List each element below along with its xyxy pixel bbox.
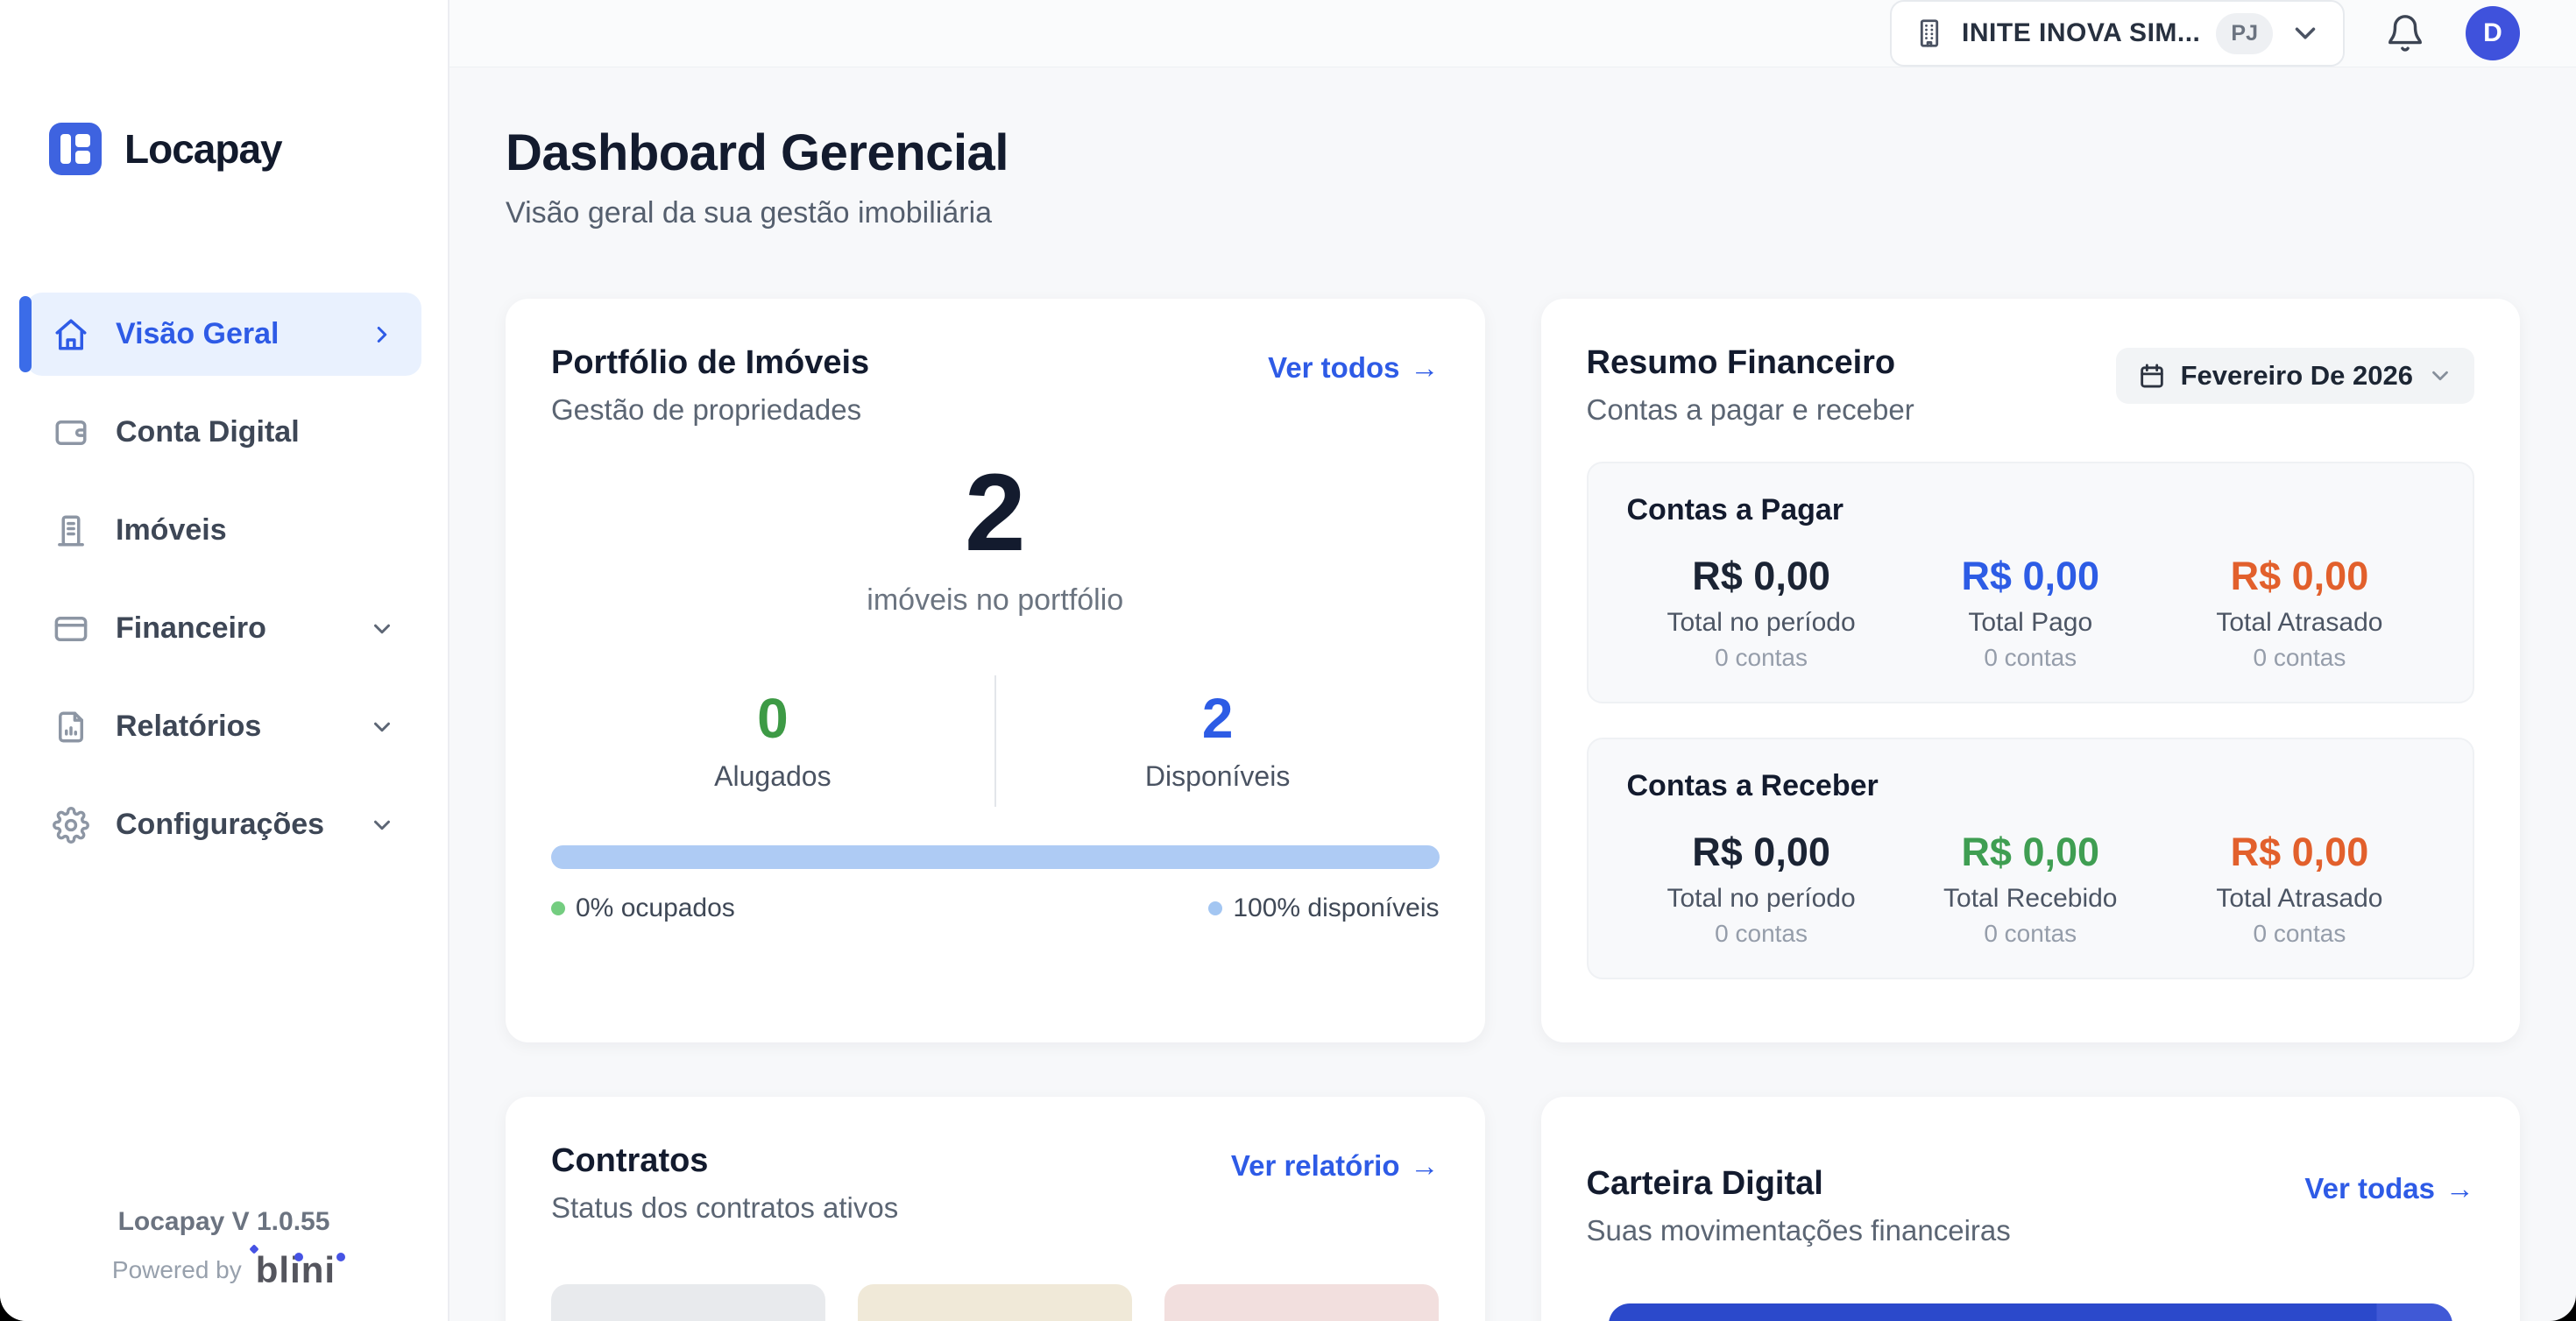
period-value: Fevereiro De 2026 [2181,360,2413,392]
available-count: 2 [996,690,1440,746]
main-area: INITE INOVA SIM... PJ D Dashboard Gerenc… [449,0,2576,1321]
page-head: Dashboard Gerencial Visão geral da sua g… [506,124,2520,230]
company-building-icon [1913,17,1946,50]
wallet-title: Carteira Digital [1587,1165,2011,1203]
company-type-badge: PJ [2216,13,2273,54]
report-file-icon [53,709,89,745]
home-icon [53,316,89,353]
contracts-title: Contratos [551,1142,898,1180]
arrow-right-icon: → [2445,1172,2474,1205]
wallet-see-all-link[interactable]: Ver todas→ [2304,1172,2474,1205]
topbar: INITE INOVA SIM... PJ D [449,0,2576,67]
sidebar-item-imoveis[interactable]: Imóveis [26,489,421,572]
available-legend: 100% disponíveis [1208,894,1439,923]
payable-total-period: R$ 0,00 Total no período 0 contas [1627,554,1896,672]
gear-icon [53,807,89,844]
payable-section: Contas a Pagar R$ 0,00 Total no período … [1587,462,2475,703]
wallet-card: Carteira Digital Suas movimentações fina… [1541,1097,2521,1321]
contracts-report-link[interactable]: Ver relatório→ [1231,1149,1440,1183]
portfolio-card: Portfólio de Imóveis Gestão de proprieda… [506,299,1485,1042]
wallet-subtitle: Suas movimentações financeiras [1587,1214,2011,1247]
arrow-right-icon: → [1411,351,1440,385]
sidebar: Locapay Visão Geral Conta Digital Imóvei… [0,0,449,1321]
payable-total-overdue: R$ 0,00 Total Atrasado 0 contas [2165,554,2434,672]
chevron-down-icon [2427,363,2453,389]
locapay-logo-icon [49,123,102,175]
contract-status-pill [1164,1284,1439,1321]
payable-title: Contas a Pagar [1627,493,2435,527]
financial-subtitle: Contas a pagar e receber [1587,393,1914,427]
receivable-section: Contas a Receber R$ 0,00 Total no períod… [1587,738,2475,979]
chevron-right-icon [369,321,395,348]
period-selector[interactable]: Fevereiro De 2026 [2116,348,2474,404]
chevron-down-icon [2289,17,2322,50]
sidebar-item-label: Imóveis [116,513,395,547]
receivable-title: Contas a Receber [1627,769,2435,803]
contract-status-pill [858,1284,1132,1321]
company-selector[interactable]: INITE INOVA SIM... PJ [1890,0,2345,67]
available-label: Disponíveis [996,760,1440,793]
sidebar-item-conta-digital[interactable]: Conta Digital [26,391,421,474]
sidebar-footer: Locapay V 1.0.55 Powered by blini [0,1207,448,1321]
app-window: Locapay Visão Geral Conta Digital Imóvei… [0,0,2576,1321]
rented-stat: 0 Alugados [551,690,994,793]
sidebar-item-label: Configurações [116,808,343,842]
contracts-subtitle: Status dos contratos ativos [551,1191,898,1225]
receivable-total-received: R$ 0,00 Total Recebido 0 contas [1896,830,2165,948]
blini-logo: blini [256,1249,336,1291]
notifications-bell-icon[interactable] [2385,13,2425,53]
sidebar-item-visao-geral[interactable]: Visão Geral [26,293,421,376]
calendar-icon [2137,361,2167,391]
chevron-down-icon [369,714,395,740]
powered-by-label: Powered by [112,1256,242,1284]
occupancy-progress-bar [551,845,1440,869]
portfolio-total-count: 2 [551,458,1440,568]
sidebar-item-label: Financeiro [116,611,343,646]
wallet-balance-banner [1609,1303,2453,1321]
sidebar-item-label: Visão Geral [116,317,343,351]
page-title: Dashboard Gerencial [506,124,2520,182]
receivable-total-overdue: R$ 0,00 Total Atrasado 0 contas [2165,830,2434,948]
dashboard-grid: Portfólio de Imóveis Gestão de proprieda… [506,299,2520,1321]
contracts-card: Contratos Status dos contratos ativos Ve… [506,1097,1485,1321]
chevron-down-icon [369,616,395,642]
financial-summary-card: Resumo Financeiro Contas a pagar e receb… [1541,299,2521,1042]
portfolio-subtitle: Gestão de propriedades [551,393,869,427]
sidebar-item-label: Relatórios [116,710,343,744]
logo: Locapay [0,0,448,175]
company-name: INITE INOVA SIM... [1962,18,2200,48]
portfolio-total-caption: imóveis no portfólio [551,583,1440,618]
sidebar-item-configuracoes[interactable]: Configurações [26,783,421,866]
financial-title: Resumo Financeiro [1587,344,1914,382]
contract-status-pills [551,1284,1440,1321]
occupied-legend: 0% ocupados [551,894,735,923]
chevron-down-icon [369,812,395,838]
arrow-right-icon: → [1411,1149,1440,1183]
page-subtitle: Visão geral da sua gestão imobiliária [506,196,2520,230]
rented-label: Alugados [551,760,994,793]
portfolio-title: Portfólio de Imóveis [551,344,869,382]
app-version: Locapay V 1.0.55 [0,1207,448,1237]
blue-dot-icon [1208,901,1222,915]
sidebar-item-label: Conta Digital [116,415,395,449]
portfolio-see-all-link[interactable]: Ver todos→ [1268,351,1439,385]
credit-card-icon [53,611,89,647]
contract-status-pill [551,1284,825,1321]
receivable-total-period: R$ 0,00 Total no período 0 contas [1627,830,1896,948]
user-avatar[interactable]: D [2466,6,2520,60]
logo-text: Locapay [124,125,282,173]
sidebar-nav: Visão Geral Conta Digital Imóveis Financ… [0,293,448,866]
wallet-icon [53,414,89,451]
payable-total-paid: R$ 0,00 Total Pago 0 contas [1896,554,2165,672]
building-icon [53,512,89,549]
green-dot-icon [551,901,565,915]
sidebar-item-relatorios[interactable]: Relatórios [26,685,421,768]
sidebar-item-financeiro[interactable]: Financeiro [26,587,421,670]
available-stat: 2 Disponíveis [996,690,1440,793]
rented-count: 0 [551,690,994,746]
